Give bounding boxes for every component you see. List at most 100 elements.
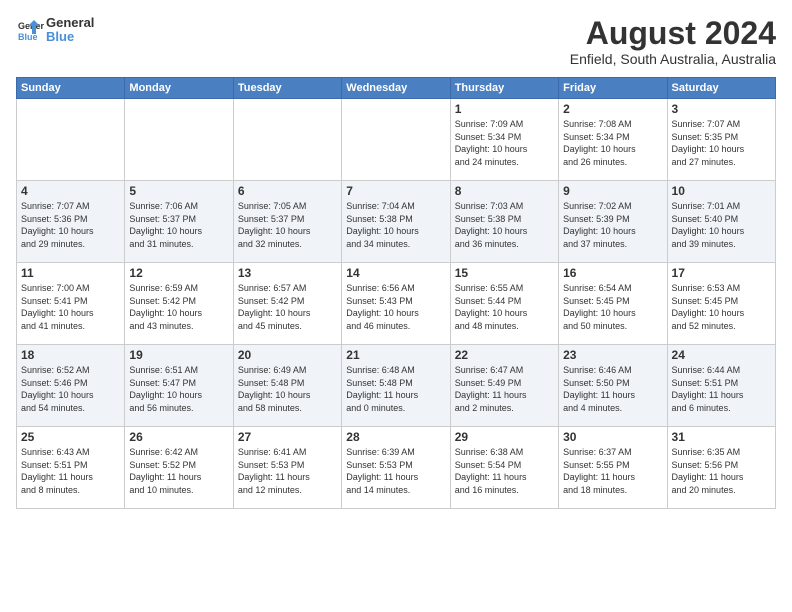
day-content: Sunrise: 6:38 AM Sunset: 5:54 PM Dayligh… bbox=[455, 446, 554, 496]
page: General Blue General Blue August 2024 En… bbox=[0, 0, 792, 517]
day-content: Sunrise: 7:01 AM Sunset: 5:40 PM Dayligh… bbox=[672, 200, 771, 250]
cell-0-4: 1 Sunrise: 7:09 AM Sunset: 5:34 PM Daylig… bbox=[450, 99, 558, 181]
day-content: Sunrise: 6:41 AM Sunset: 5:53 PM Dayligh… bbox=[238, 446, 337, 496]
cell-2-2: 13 Sunrise: 6:57 AM Sunset: 5:42 PM Dayli… bbox=[233, 263, 341, 345]
cell-1-3: 7 Sunrise: 7:04 AM Sunset: 5:38 PM Daylig… bbox=[342, 181, 450, 263]
cell-1-1: 5Sunrise: 7:06 AM Sunset: 5:37 PM Daylig… bbox=[125, 181, 233, 263]
week-row-4: 25 Sunrise: 6:43 AM Sunset: 5:51 PM Dayli… bbox=[17, 427, 776, 509]
cell-0-2 bbox=[233, 99, 341, 181]
cell-3-1: 19 Sunrise: 6:51 AM Sunset: 5:47 PM Dayli… bbox=[125, 345, 233, 427]
cell-2-3: 14Sunrise: 6:56 AM Sunset: 5:43 PM Dayli… bbox=[342, 263, 450, 345]
day-number: 1 bbox=[455, 102, 554, 116]
day-number: 25 bbox=[21, 430, 120, 444]
cell-0-5: 2Sunrise: 7:08 AM Sunset: 5:34 PM Daylig… bbox=[559, 99, 667, 181]
header-row: Sunday Monday Tuesday Wednesday Thursday… bbox=[17, 78, 776, 99]
day-content: Sunrise: 7:04 AM Sunset: 5:38 PM Dayligh… bbox=[346, 200, 445, 250]
day-content: Sunrise: 6:44 AM Sunset: 5:51 PM Dayligh… bbox=[672, 364, 771, 414]
day-number: 10 bbox=[672, 184, 771, 198]
day-number: 15 bbox=[455, 266, 554, 280]
week-row-3: 18Sunrise: 6:52 AM Sunset: 5:46 PM Dayli… bbox=[17, 345, 776, 427]
day-content: Sunrise: 6:43 AM Sunset: 5:51 PM Dayligh… bbox=[21, 446, 120, 496]
day-number: 5 bbox=[129, 184, 228, 198]
week-row-1: 4 Sunrise: 7:07 AM Sunset: 5:36 PM Daylig… bbox=[17, 181, 776, 263]
day-number: 9 bbox=[563, 184, 662, 198]
col-saturday: Saturday bbox=[667, 78, 775, 99]
calendar-body: 1 Sunrise: 7:09 AM Sunset: 5:34 PM Daylig… bbox=[17, 99, 776, 509]
day-content: Sunrise: 6:42 AM Sunset: 5:52 PM Dayligh… bbox=[129, 446, 228, 496]
cell-2-5: 16Sunrise: 6:54 AM Sunset: 5:45 PM Dayli… bbox=[559, 263, 667, 345]
day-number: 24 bbox=[672, 348, 771, 362]
day-content: Sunrise: 6:55 AM Sunset: 5:44 PM Dayligh… bbox=[455, 282, 554, 332]
day-number: 13 bbox=[238, 266, 337, 280]
week-row-0: 1 Sunrise: 7:09 AM Sunset: 5:34 PM Daylig… bbox=[17, 99, 776, 181]
cell-4-6: 31Sunrise: 6:35 AM Sunset: 5:56 PM Dayli… bbox=[667, 427, 775, 509]
day-number: 2 bbox=[563, 102, 662, 116]
calendar-table: Sunday Monday Tuesday Wednesday Thursday… bbox=[16, 77, 776, 509]
day-content: Sunrise: 6:37 AM Sunset: 5:55 PM Dayligh… bbox=[563, 446, 662, 496]
day-number: 3 bbox=[672, 102, 771, 116]
cell-3-4: 22Sunrise: 6:47 AM Sunset: 5:49 PM Dayli… bbox=[450, 345, 558, 427]
col-friday: Friday bbox=[559, 78, 667, 99]
cell-3-3: 21 Sunrise: 6:48 AM Sunset: 5:48 PM Dayli… bbox=[342, 345, 450, 427]
day-content: Sunrise: 7:07 AM Sunset: 5:36 PM Dayligh… bbox=[21, 200, 120, 250]
day-content: Sunrise: 7:09 AM Sunset: 5:34 PM Dayligh… bbox=[455, 118, 554, 168]
day-number: 29 bbox=[455, 430, 554, 444]
day-number: 6 bbox=[238, 184, 337, 198]
day-content: Sunrise: 7:03 AM Sunset: 5:38 PM Dayligh… bbox=[455, 200, 554, 250]
day-number: 19 bbox=[129, 348, 228, 362]
day-number: 12 bbox=[129, 266, 228, 280]
cell-4-2: 27 Sunrise: 6:41 AM Sunset: 5:53 PM Dayli… bbox=[233, 427, 341, 509]
cell-3-6: 24 Sunrise: 6:44 AM Sunset: 5:51 PM Dayli… bbox=[667, 345, 775, 427]
logo: General Blue General Blue bbox=[16, 16, 94, 45]
day-number: 16 bbox=[563, 266, 662, 280]
cell-1-0: 4 Sunrise: 7:07 AM Sunset: 5:36 PM Daylig… bbox=[17, 181, 125, 263]
day-number: 11 bbox=[21, 266, 120, 280]
cell-4-3: 28Sunrise: 6:39 AM Sunset: 5:53 PM Dayli… bbox=[342, 427, 450, 509]
logo-text-line2: Blue bbox=[46, 30, 94, 44]
cell-4-5: 30 Sunrise: 6:37 AM Sunset: 5:55 PM Dayli… bbox=[559, 427, 667, 509]
cell-4-4: 29 Sunrise: 6:38 AM Sunset: 5:54 PM Dayli… bbox=[450, 427, 558, 509]
cell-3-2: 20Sunrise: 6:49 AM Sunset: 5:48 PM Dayli… bbox=[233, 345, 341, 427]
cell-1-2: 6Sunrise: 7:05 AM Sunset: 5:37 PM Daylig… bbox=[233, 181, 341, 263]
day-number: 30 bbox=[563, 430, 662, 444]
cell-1-4: 8Sunrise: 7:03 AM Sunset: 5:38 PM Daylig… bbox=[450, 181, 558, 263]
cell-0-6: 3 Sunrise: 7:07 AM Sunset: 5:35 PM Daylig… bbox=[667, 99, 775, 181]
title-block: August 2024 Enfield, South Australia, Au… bbox=[570, 16, 776, 67]
day-content: Sunrise: 6:51 AM Sunset: 5:47 PM Dayligh… bbox=[129, 364, 228, 414]
day-number: 27 bbox=[238, 430, 337, 444]
cell-4-0: 25 Sunrise: 6:43 AM Sunset: 5:51 PM Dayli… bbox=[17, 427, 125, 509]
cell-1-6: 10 Sunrise: 7:01 AM Sunset: 5:40 PM Dayli… bbox=[667, 181, 775, 263]
col-sunday: Sunday bbox=[17, 78, 125, 99]
cell-0-0 bbox=[17, 99, 125, 181]
day-number: 20 bbox=[238, 348, 337, 362]
day-number: 26 bbox=[129, 430, 228, 444]
calendar-subtitle: Enfield, South Australia, Australia bbox=[570, 51, 776, 67]
cell-1-5: 9 Sunrise: 7:02 AM Sunset: 5:39 PM Daylig… bbox=[559, 181, 667, 263]
col-tuesday: Tuesday bbox=[233, 78, 341, 99]
day-content: Sunrise: 7:02 AM Sunset: 5:39 PM Dayligh… bbox=[563, 200, 662, 250]
day-number: 28 bbox=[346, 430, 445, 444]
logo-text-line1: General bbox=[46, 16, 94, 30]
day-number: 23 bbox=[563, 348, 662, 362]
col-thursday: Thursday bbox=[450, 78, 558, 99]
day-content: Sunrise: 6:57 AM Sunset: 5:42 PM Dayligh… bbox=[238, 282, 337, 332]
day-number: 4 bbox=[21, 184, 120, 198]
day-content: Sunrise: 6:53 AM Sunset: 5:45 PM Dayligh… bbox=[672, 282, 771, 332]
day-number: 7 bbox=[346, 184, 445, 198]
day-content: Sunrise: 7:07 AM Sunset: 5:35 PM Dayligh… bbox=[672, 118, 771, 168]
day-content: Sunrise: 7:00 AM Sunset: 5:41 PM Dayligh… bbox=[21, 282, 120, 332]
week-row-2: 11 Sunrise: 7:00 AM Sunset: 5:41 PM Dayli… bbox=[17, 263, 776, 345]
col-monday: Monday bbox=[125, 78, 233, 99]
day-content: Sunrise: 6:48 AM Sunset: 5:48 PM Dayligh… bbox=[346, 364, 445, 414]
day-number: 21 bbox=[346, 348, 445, 362]
cell-0-1 bbox=[125, 99, 233, 181]
cell-2-0: 11 Sunrise: 7:00 AM Sunset: 5:41 PM Dayli… bbox=[17, 263, 125, 345]
cell-4-1: 26 Sunrise: 6:42 AM Sunset: 5:52 PM Dayli… bbox=[125, 427, 233, 509]
cell-2-1: 12Sunrise: 6:59 AM Sunset: 5:42 PM Dayli… bbox=[125, 263, 233, 345]
day-content: Sunrise: 6:52 AM Sunset: 5:46 PM Dayligh… bbox=[21, 364, 120, 414]
day-number: 22 bbox=[455, 348, 554, 362]
cell-0-3 bbox=[342, 99, 450, 181]
day-content: Sunrise: 6:46 AM Sunset: 5:50 PM Dayligh… bbox=[563, 364, 662, 414]
col-wednesday: Wednesday bbox=[342, 78, 450, 99]
header: General Blue General Blue August 2024 En… bbox=[16, 16, 776, 67]
